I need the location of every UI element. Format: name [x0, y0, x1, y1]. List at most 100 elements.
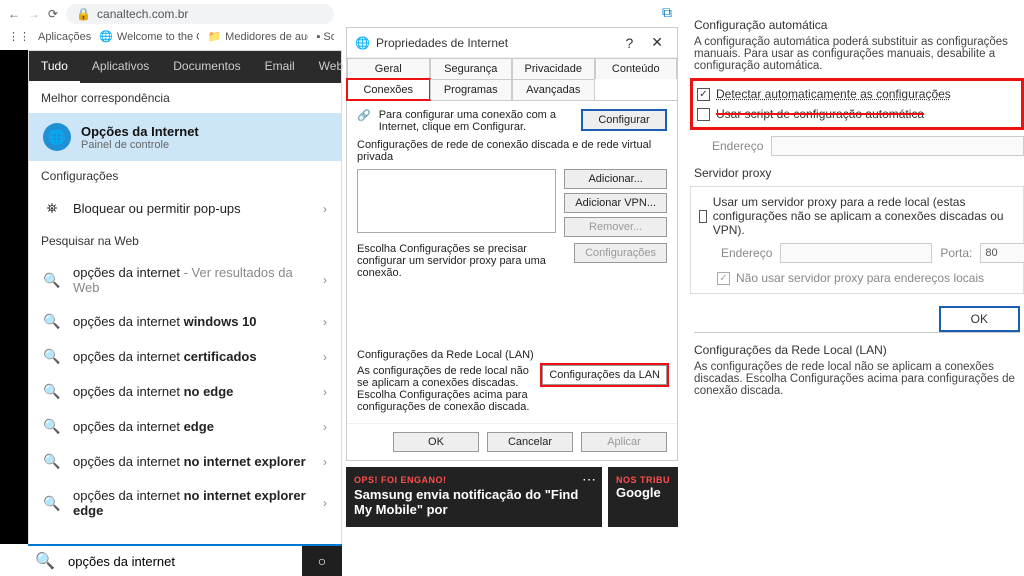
dial-note: Escolha Configurações se precisar config… — [357, 243, 566, 279]
auto-config-desc: A configuração automática poderá substit… — [694, 36, 1024, 72]
checkbox-icon[interactable] — [699, 210, 707, 223]
promo-card-1[interactable]: ⋯ OPS! FOI ENGANO! Samsung envia notific… — [346, 467, 602, 527]
url-text: canaltech.com.br — [97, 7, 188, 21]
tab-programas[interactable]: Programas — [430, 79, 513, 100]
checkbox-icon[interactable] — [697, 88, 710, 101]
script-address-row: Endereço — [712, 136, 1024, 156]
bookmarks-bar: ⋮⋮ Aplicações 🌐 Welcome to the Cl... 📁 M… — [0, 28, 342, 45]
search-icon: 🔍 — [43, 418, 61, 435]
add-connection-button[interactable]: Adicionar... — [564, 169, 667, 189]
tab-privacidade[interactable]: Privacidade — [512, 58, 595, 79]
dialog-titlebar: 🌐 Propriedades de Internet ? ✕ — [347, 28, 677, 58]
bookmark-3[interactable]: ▪ So — [316, 31, 334, 43]
web-heading: Pesquisar na Web — [29, 226, 341, 256]
popup-icon: ⛯ — [43, 200, 61, 217]
checkbox-icon[interactable] — [697, 108, 710, 121]
suggestion-text: opções da internet no internet explorer — [73, 454, 311, 469]
tab-email[interactable]: Email — [253, 51, 307, 83]
wizard-icon: 🔗 — [357, 109, 371, 122]
address-bar[interactable]: 🔒 canaltech.com.br — [66, 4, 334, 24]
lan-ok-button[interactable]: OK — [939, 306, 1020, 332]
taskbar-search[interactable]: 🔍 ○ — [28, 544, 342, 576]
add-vpn-button[interactable]: Adicionar VPN... — [564, 193, 667, 213]
lock-icon: 🔒 — [76, 7, 91, 21]
auto-config-title: Configuração automática — [694, 18, 1024, 32]
web-suggestion[interactable]: 🔍 opções da internet no edge › — [29, 374, 341, 409]
tab-avancadas[interactable]: Avançadas — [512, 79, 595, 100]
lan-settings-button[interactable]: Configurações da LAN — [542, 365, 667, 385]
web-suggestion[interactable]: 🔍 opções da internet - Ver resultados da … — [29, 256, 341, 304]
chevron-right-icon: › — [323, 496, 327, 510]
bypass-local-row: Não usar servidor proxy para endereços l… — [717, 271, 1015, 285]
best-match-result[interactable]: 🌐 Opções da Internet Painel de controle — [29, 113, 341, 161]
proxy-address-label: Endereço — [721, 246, 772, 260]
browser-toolbar: ← → ⟳ 🔒 canaltech.com.br — [0, 0, 342, 28]
ok-button[interactable]: OK — [393, 432, 479, 452]
open-new-window-icon[interactable]: ⧉ — [662, 4, 672, 21]
web-suggestion[interactable]: 🔍 opções da internet no internet explorer… — [29, 479, 341, 527]
suggestion-text: opções da internet edge — [73, 419, 311, 434]
bookmark-2[interactable]: 📁 Medidores de audi... — [207, 30, 308, 43]
tab-apps[interactable]: Aplicativos — [80, 51, 161, 83]
tab-conteudo[interactable]: Conteúdo — [595, 58, 678, 79]
web-suggestion[interactable]: 🔍 opções da internet no internet explorer… — [29, 444, 341, 479]
best-match-heading: Melhor correspondência — [29, 83, 341, 113]
chevron-right-icon: › — [323, 385, 327, 399]
proxy-group: Usar um servidor proxy para a rede local… — [690, 186, 1024, 294]
left-panel: ← → ⟳ 🔒 canaltech.com.br ⋮⋮ Aplicações 🌐… — [0, 0, 342, 576]
connections-listbox[interactable] — [357, 169, 556, 233]
web-suggestion[interactable]: 🔍opções da internet edge› — [29, 409, 341, 444]
suggestion-text: opções da internet no edge — [73, 384, 311, 399]
promo-card-2[interactable]: NOS TRIBU Google — [608, 467, 678, 527]
more-icon[interactable]: ⋯ — [582, 471, 596, 488]
search-icon: 🔍 — [43, 272, 61, 289]
tab-seguranca[interactable]: Segurança — [430, 58, 513, 79]
lan-heading: Configurações da Rede Local (LAN) — [357, 349, 667, 361]
tab-conexoes[interactable]: Conexões — [347, 79, 430, 100]
suggestion-text: opções da internet certificados — [73, 349, 311, 364]
tab-all[interactable]: Tudo — [29, 51, 80, 83]
tab-geral[interactable]: Geral — [347, 58, 430, 79]
bookmarks-label: Aplicações — [38, 31, 91, 43]
cancel-button[interactable]: Cancelar — [487, 432, 573, 452]
internet-options-icon: 🌐 — [43, 123, 71, 151]
settings-item-label: Bloquear ou permitir pop-ups — [73, 201, 311, 216]
reload-icon[interactable]: ⟳ — [48, 7, 58, 21]
port-label: Porta: — [940, 246, 972, 260]
web-suggestion[interactable]: 🔍opções da internet windows 10› — [29, 304, 341, 339]
best-match-subtitle: Painel de controle — [81, 139, 199, 151]
auto-detect-row[interactable]: Detectar automaticamente as configuraçõe… — [697, 87, 1017, 101]
search-icon: 🔍 — [43, 383, 61, 400]
forward-icon[interactable]: → — [28, 7, 40, 21]
use-script-label: Usar script de configuração automática — [716, 107, 924, 121]
use-script-row[interactable]: Usar script de configuração automática — [697, 107, 1017, 121]
divider — [694, 332, 1020, 333]
search-input[interactable] — [62, 546, 302, 576]
suggestion-text: opções da internet - Ver resultados da W… — [73, 265, 311, 295]
apps-icon[interactable]: ⋮⋮ — [8, 30, 30, 43]
configure-button[interactable]: Configurar — [581, 109, 667, 131]
search-icon: 🔍 — [43, 453, 61, 470]
dialog-title: Propriedades de Internet — [376, 36, 508, 50]
cortana-icon[interactable]: ○ — [302, 546, 342, 576]
web-suggestion[interactable]: 🔍opções da internet certificados› — [29, 339, 341, 374]
close-icon[interactable]: ✕ — [645, 34, 669, 51]
bookmark-1[interactable]: 🌐 Welcome to the Cl... — [99, 30, 199, 43]
suggestion-text: opções da internet no internet explorer … — [73, 488, 311, 518]
settings-heading: Configurações — [29, 161, 341, 191]
help-icon[interactable]: ? — [619, 35, 639, 51]
settings-item-popup[interactable]: ⛯ Bloquear ou permitir pop-ups › — [29, 191, 341, 226]
back-icon[interactable]: ← — [8, 7, 20, 21]
search-icon: 🔍 — [43, 495, 61, 512]
auto-detect-label: Detectar automaticamente as configuraçõe… — [716, 87, 951, 101]
promo-headline-1: Samsung envia notificação do "Find My Mo… — [354, 487, 594, 517]
internet-properties-dialog: 🌐 Propriedades de Internet ? ✕ Geral Seg… — [346, 27, 678, 461]
chevron-right-icon: › — [323, 315, 327, 329]
dial-heading: Configurações de rede de conexão discada… — [357, 139, 667, 163]
tab-docs[interactable]: Documentos — [161, 51, 252, 83]
middle-panel: ⧉ 🌐 Propriedades de Internet ? ✕ Geral S… — [342, 0, 682, 576]
best-match-title: Opções da Internet — [81, 124, 199, 139]
use-proxy-row[interactable]: Usar um servidor proxy para a rede local… — [699, 195, 1015, 237]
chevron-right-icon: › — [323, 455, 327, 469]
chevron-right-icon: › — [323, 350, 327, 364]
